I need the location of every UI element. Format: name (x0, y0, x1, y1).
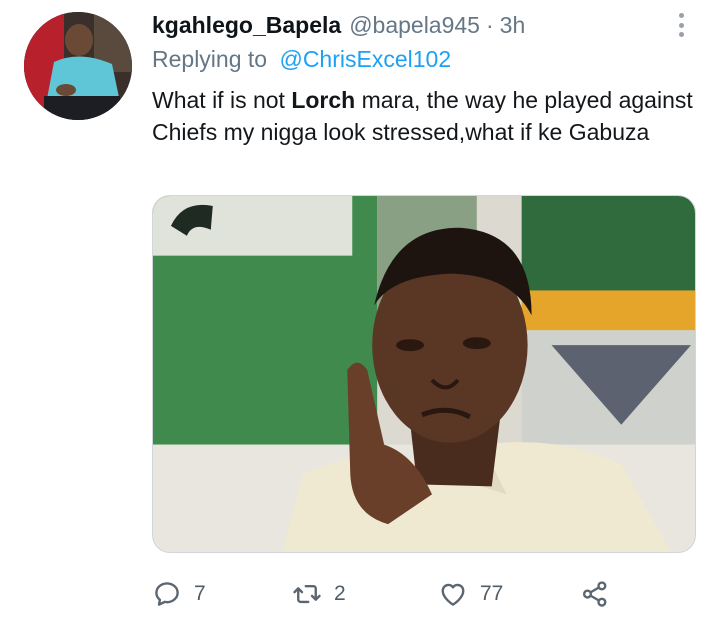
avatar-image (24, 12, 132, 120)
replying-to-label: Replying to (152, 46, 268, 72)
user-handle[interactable]: @bapela945 (349, 10, 480, 40)
action-bar: 7 2 77 (152, 574, 632, 614)
display-name[interactable]: kgahlego_Bapela (152, 10, 341, 40)
heart-icon (441, 583, 465, 606)
avatar[interactable] (24, 12, 132, 120)
replying-to-mention[interactable]: @ChrisExcel102 (279, 46, 451, 72)
reply-count: 7 (194, 582, 206, 605)
reply-icon (155, 582, 179, 606)
reply-button[interactable]: 7 (152, 574, 206, 614)
timestamp[interactable]: 3h (500, 10, 526, 40)
share-icon (582, 581, 607, 607)
tweet-text: What if is not Lorch mara, the way he pl… (152, 84, 697, 148)
retweet-icon (293, 584, 321, 604)
like-count: 77 (480, 582, 504, 605)
tweet-text-bold: Lorch (291, 87, 356, 113)
share-button[interactable] (580, 574, 610, 614)
more-vertical-icon[interactable] (676, 10, 686, 40)
separator-dot: · (485, 12, 494, 38)
tweet-text-part: What if is not (152, 87, 292, 113)
tweet-header: kgahlego_Bapela @bapela945 · 3h (152, 10, 660, 40)
like-button[interactable]: 77 (438, 574, 503, 614)
media-photo (153, 196, 695, 552)
retweet-count: 2 (334, 582, 346, 605)
tweet-media-image[interactable] (152, 195, 696, 553)
replying-to: Replying to @ChrisExcel102 (152, 44, 451, 74)
retweet-button[interactable]: 2 (292, 574, 346, 614)
tweet[interactable]: kgahlego_Bapela @bapela945 · 3h Replying… (0, 0, 720, 623)
